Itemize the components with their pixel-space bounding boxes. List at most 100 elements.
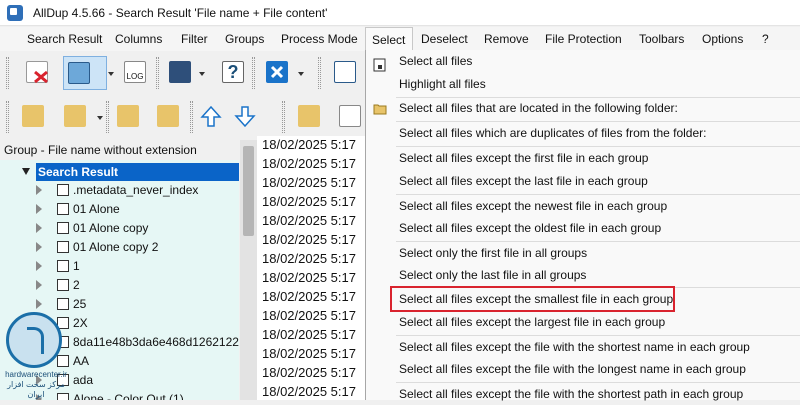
expand-arrow-icon[interactable] (36, 185, 42, 195)
menu-select-except-shortest-path[interactable]: Select all files except the file with th… (399, 383, 743, 405)
date-cell: 18/02/2025 5:17 (262, 270, 356, 285)
menu-select-except-longest-name[interactable]: Select all files except the file with th… (399, 358, 746, 380)
menu-options[interactable]: Options (696, 27, 749, 51)
toolbar-grip[interactable] (156, 57, 159, 89)
close-button[interactable] (262, 56, 292, 90)
toolbar-main: LOG ? (0, 51, 365, 95)
toolbar-grip[interactable] (106, 101, 109, 133)
folder-gear-icon (298, 105, 320, 127)
toolbar-grip[interactable] (190, 101, 193, 133)
menu-select-duplicates-from-folder[interactable]: Select all files which are duplicates of… (399, 122, 706, 144)
date-cell: 18/02/2025 5:17 (262, 346, 356, 361)
date-cell: 18/02/2025 5:17 (262, 327, 356, 342)
menu-select-except-shortest-name[interactable]: Select all files except the file with th… (399, 336, 750, 358)
redo-button[interactable] (60, 100, 90, 134)
log-button[interactable]: LOG (120, 56, 150, 90)
tree-item[interactable]: .metadata_never_index (0, 181, 239, 200)
columns-button[interactable] (330, 56, 360, 90)
menu-select-all-files[interactable]: Select all files (399, 50, 472, 72)
select-menu-dropdown: Select all files Highlight all files Sel… (365, 50, 800, 401)
folder-forward-icon (64, 105, 86, 127)
menu-search-result[interactable]: Search Result (21, 27, 108, 51)
menu-groups[interactable]: Groups (219, 27, 270, 51)
expand-arrow-icon[interactable] (36, 223, 42, 233)
tree-column-header[interactable]: Group - File name without extension (0, 140, 239, 160)
toolbar-grip[interactable] (6, 57, 9, 89)
item-checkbox[interactable] (57, 298, 69, 310)
move-up-button[interactable] (113, 100, 143, 134)
picture-icon (68, 62, 90, 84)
expand-arrow-icon[interactable] (36, 280, 42, 290)
menu-select-except-largest[interactable]: Select all files except the largest file… (399, 311, 665, 333)
menu-select[interactable]: Select (365, 27, 413, 51)
item-checkbox[interactable] (57, 279, 69, 291)
select-all-icon (373, 58, 387, 72)
view-mode-button[interactable] (63, 56, 107, 90)
watermark-line-2: مرکز سخت افزار ایران (7, 380, 65, 399)
menu-select-only-last[interactable]: Select only the last file in all groups (399, 264, 586, 286)
item-checkbox[interactable] (57, 203, 69, 215)
undo-button[interactable] (18, 100, 48, 134)
folder-icon (373, 102, 387, 116)
toolbar-grip[interactable] (318, 57, 321, 89)
arrow-down-icon (234, 105, 256, 128)
tree-item[interactable]: 01 Alone copy 2 (0, 238, 239, 257)
save-dropdown[interactable] (198, 56, 206, 90)
menu-file-protection[interactable]: File Protection (539, 27, 628, 51)
date-cell: 18/02/2025 5:17 (262, 289, 356, 304)
menu-toolbars[interactable]: Toolbars (633, 27, 690, 51)
scrollbar-thumb[interactable] (243, 146, 254, 236)
arrow-up-button[interactable] (196, 100, 226, 134)
menu-filter[interactable]: Filter (175, 27, 214, 51)
menu-help[interactable]: ? (756, 27, 775, 51)
close-icon (266, 61, 288, 83)
menu-deselect[interactable]: Deselect (415, 27, 474, 51)
tree-item[interactable]: 01 Alone (0, 200, 239, 219)
menu-highlight-all-files[interactable]: Highlight all files (399, 73, 486, 95)
expand-arrow-icon[interactable] (36, 299, 42, 309)
check-files-button[interactable] (335, 100, 365, 134)
tree-item[interactable]: 01 Alone copy (0, 219, 239, 238)
menu-select-except-last[interactable]: Select all files except the last file in… (399, 170, 648, 192)
view-mode-dropdown[interactable] (107, 56, 115, 90)
close-dropdown[interactable] (297, 56, 305, 90)
collapse-arrow-icon[interactable] (22, 168, 30, 175)
toolbar-grip[interactable] (252, 57, 255, 89)
folder-settings-button[interactable] (294, 100, 324, 134)
watermark-line-1: hardwarecenter.ir (5, 370, 67, 379)
expand-arrow-icon[interactable] (36, 261, 42, 271)
help-icon: ? (222, 61, 244, 83)
item-checkbox[interactable] (57, 222, 69, 234)
toolbar-grip[interactable] (6, 101, 9, 133)
arrow-down-button[interactable] (230, 100, 260, 134)
menu-select-only-first[interactable]: Select only the first file in all groups (399, 242, 587, 264)
item-checkbox[interactable] (57, 241, 69, 253)
menu-select-in-folder[interactable]: Select all files that are located in the… (399, 97, 678, 119)
save-button[interactable] (165, 56, 195, 90)
watermark-logo-icon (6, 312, 62, 368)
move-down-button[interactable] (153, 100, 183, 134)
menu-remove[interactable]: Remove (478, 27, 535, 51)
menu-select-except-first[interactable]: Select all files except the first file i… (399, 147, 648, 169)
tree-root-search-result[interactable]: Search Result (36, 163, 239, 181)
app-icon (7, 5, 23, 21)
toolbar-grip[interactable] (282, 101, 285, 133)
menu-select-except-newest[interactable]: Select all files except the newest file … (399, 195, 667, 217)
columns-icon (334, 61, 356, 83)
item-checkbox[interactable] (57, 260, 69, 272)
menu-columns[interactable]: Columns (109, 27, 168, 51)
tree-item[interactable]: 1 (0, 257, 239, 276)
menu-select-except-oldest[interactable]: Select all files except the oldest file … (399, 217, 661, 239)
expand-arrow-icon[interactable] (36, 204, 42, 214)
tree-scrollbar[interactable] (240, 140, 257, 400)
folder-up-icon (117, 105, 139, 127)
log-icon: LOG (124, 61, 146, 83)
help-button[interactable]: ? (218, 56, 248, 90)
tree-item[interactable]: 2 (0, 276, 239, 295)
expand-arrow-icon[interactable] (36, 242, 42, 252)
redo-dropdown[interactable] (96, 100, 104, 134)
item-checkbox[interactable] (57, 184, 69, 196)
menu-process-mode[interactable]: Process Mode (275, 27, 364, 51)
delete-files-button[interactable] (22, 56, 52, 90)
date-cell: 18/02/2025 5:17 (262, 175, 356, 190)
